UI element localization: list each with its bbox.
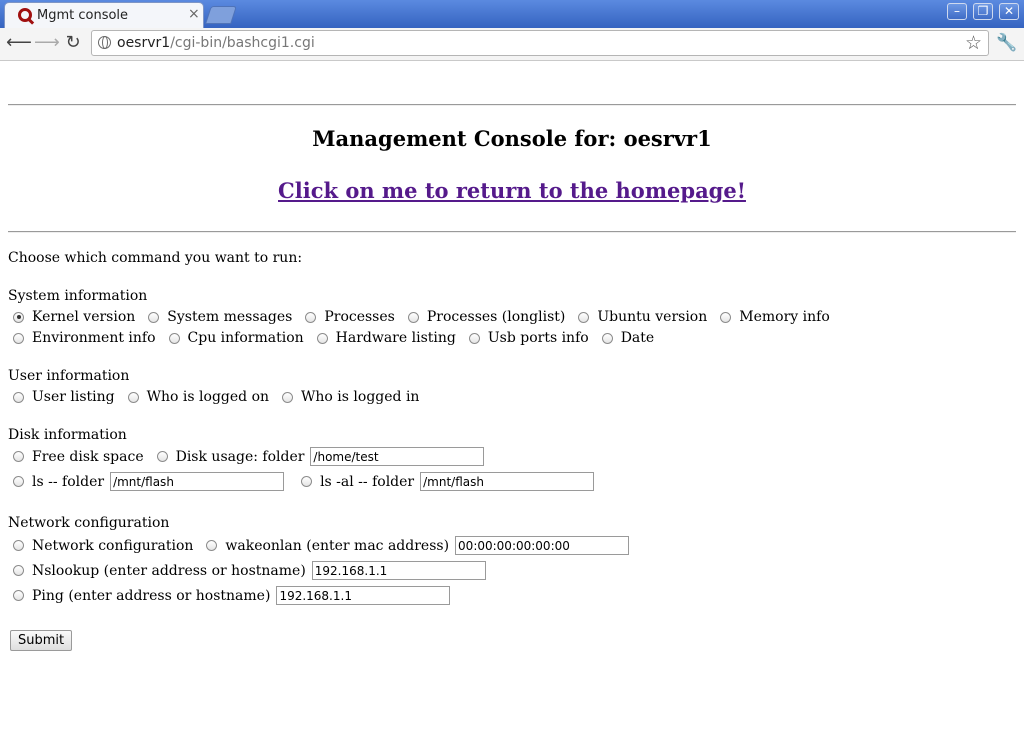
radio-user-listing[interactable] — [13, 391, 24, 403]
globe-icon — [98, 36, 111, 49]
address-bar[interactable]: oesrvr1/cgi-bin/bashcgi1.cgi ☆ — [91, 30, 989, 56]
option-label: Who is logged on — [146, 389, 270, 405]
window-titlebar: Mgmt console × – ❐ ✕ — [0, 0, 1024, 28]
radio-who-logged-in[interactable] — [282, 391, 294, 403]
option-label: Cpu information — [187, 330, 304, 346]
network-options-row-2: Nslookup (enter address or hostname) — [8, 561, 490, 580]
radio-processes-longlist[interactable] — [407, 311, 419, 323]
nslookup-input[interactable] — [311, 561, 486, 580]
option-label: Processes — [324, 309, 395, 325]
option-label: Free disk space — [32, 448, 144, 465]
radio-system-messages[interactable] — [148, 311, 160, 323]
option-label: Date — [620, 330, 655, 346]
option-label: System messages — [167, 309, 293, 325]
section-title-system: System information — [8, 288, 148, 304]
radio-environment-info[interactable] — [13, 332, 24, 344]
option-label: Kernel version — [32, 309, 136, 325]
browser-tab[interactable]: Mgmt console × — [4, 2, 204, 28]
section-title-network: Network configuration — [8, 515, 170, 531]
ls-al-folder-input[interactable] — [420, 472, 595, 491]
radio-disk-usage[interactable] — [156, 451, 168, 462]
disk-options-row-2: ls -- folder ls -al -- folder — [8, 472, 598, 491]
network-options-row-3: Ping (enter address or hostname) — [8, 586, 454, 605]
minimize-button[interactable]: – — [947, 3, 967, 20]
intro-text: Choose which command you want to run: — [8, 250, 303, 266]
ping-input[interactable] — [276, 586, 451, 605]
forward-arrow-icon[interactable]: ⟶ — [34, 32, 60, 54]
ls-folder-input[interactable] — [110, 472, 285, 491]
user-options-row: User listing Who is logged on Who is log… — [8, 389, 427, 405]
radio-wakeonlan[interactable] — [206, 540, 218, 551]
system-options-row-1: Kernel version System messages Processes… — [8, 309, 838, 325]
option-label: Who is logged in — [301, 389, 420, 405]
option-label: User listing — [32, 389, 115, 405]
home-link-container: Click on me to return to the homepage! — [0, 178, 1024, 203]
option-label: Disk usage: folder — [175, 448, 305, 465]
radio-cpu-information[interactable] — [168, 332, 180, 344]
option-label: Ping (enter address or hostname) — [32, 587, 271, 604]
url-text: oesrvr1/cgi-bin/bashcgi1.cgi — [117, 35, 315, 51]
submit-button[interactable]: Submit — [10, 630, 73, 651]
wrench-menu-icon[interactable]: 🔧 — [996, 33, 1017, 53]
option-label: wakeonlan (enter mac address) — [225, 537, 450, 554]
disk-usage-folder-input[interactable] — [310, 447, 485, 466]
option-label: Usb ports info — [487, 330, 589, 346]
radio-ls-al-folder[interactable] — [301, 476, 313, 487]
radio-ls-folder[interactable] — [13, 476, 24, 487]
option-label: Memory info — [739, 309, 830, 325]
option-label: Network configuration — [32, 537, 194, 554]
page-content: Management Console for: oesrvr1 Click on… — [0, 62, 1024, 742]
restore-button[interactable]: ❐ — [973, 3, 993, 20]
system-options-row-2: Environment info Cpu information Hardwar… — [8, 330, 662, 346]
radio-network-configuration[interactable] — [13, 540, 24, 551]
radio-ping[interactable] — [13, 590, 24, 601]
radio-free-disk-space[interactable] — [13, 451, 24, 462]
radio-hardware-listing[interactable] — [316, 332, 328, 344]
option-label: Environment info — [32, 330, 156, 346]
mac-address-input[interactable] — [455, 536, 630, 555]
divider — [8, 231, 1016, 233]
reload-icon[interactable]: ↻ — [62, 32, 84, 54]
back-arrow-icon[interactable]: ⟵ — [6, 32, 32, 54]
option-label: Ubuntu version — [597, 309, 708, 325]
option-label: Processes (longlist) — [426, 309, 566, 325]
option-label: Nslookup (enter address or hostname) — [32, 562, 306, 579]
new-tab-button[interactable] — [205, 6, 237, 24]
radio-date[interactable] — [601, 332, 613, 344]
divider — [8, 104, 1016, 106]
radio-nslookup[interactable] — [13, 565, 24, 576]
radio-who-logged-on[interactable] — [127, 391, 139, 403]
section-title-user: User information — [8, 368, 130, 384]
section-title-disk: Disk information — [8, 427, 127, 443]
home-link[interactable]: Click on me to return to the homepage! — [278, 178, 746, 203]
radio-kernel-version[interactable] — [13, 311, 24, 323]
page-title: Management Console for: oesrvr1 — [312, 126, 712, 151]
option-label: ls -- folder — [32, 473, 105, 490]
radio-processes[interactable] — [305, 311, 317, 323]
radio-ubuntu-version[interactable] — [578, 311, 590, 323]
option-label: Hardware listing — [335, 330, 456, 346]
bookmark-star-icon[interactable]: ☆ — [965, 32, 982, 54]
radio-usb-ports-info[interactable] — [468, 332, 480, 344]
close-window-button[interactable]: ✕ — [999, 3, 1019, 20]
option-label: ls -al -- folder — [320, 473, 415, 490]
radio-memory-info[interactable] — [720, 311, 732, 323]
network-options-row-1: Network configuration wakeonlan (enter m… — [8, 536, 633, 555]
tab-title: Mgmt console — [37, 8, 129, 23]
opera-favicon-icon — [18, 8, 32, 22]
tab-close-icon[interactable]: × — [188, 6, 200, 22]
disk-options-row-1: Free disk space Disk usage: folder — [8, 447, 488, 466]
